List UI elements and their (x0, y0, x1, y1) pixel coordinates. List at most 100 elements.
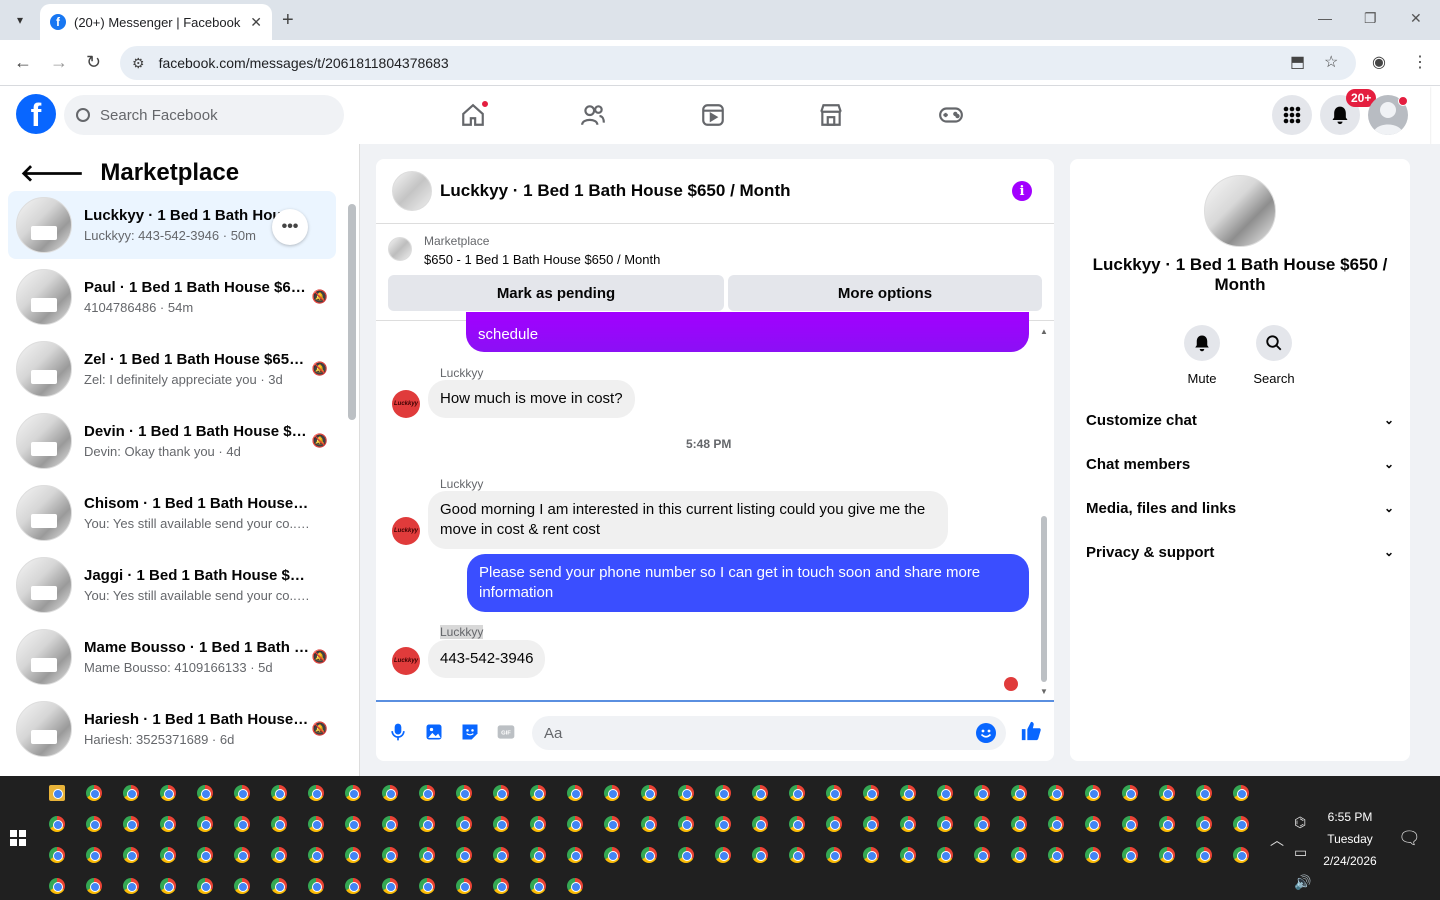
chrome-window-icon[interactable] (1122, 816, 1138, 832)
chrome-window-icon[interactable] (604, 816, 620, 832)
chrome-window-icon[interactable] (86, 878, 102, 894)
chrome-window-icon[interactable] (382, 816, 398, 832)
file-explorer-icon[interactable] (49, 785, 65, 801)
conversation-item[interactable]: Devin · 1 Bed 1 Bath House $650 / Month … (8, 407, 336, 475)
chrome-window-icon[interactable] (308, 816, 324, 832)
chrome-window-icon[interactable] (345, 785, 361, 801)
message-input[interactable]: Aa (532, 716, 1006, 750)
window-close-button[interactable]: ✕ (1410, 10, 1422, 27)
chrome-window-icon[interactable] (197, 847, 213, 863)
restore-button[interactable]: ❐ (1364, 10, 1377, 27)
chrome-window-icon[interactable] (234, 785, 250, 801)
chrome-window-icon[interactable] (1159, 816, 1175, 832)
network-icon[interactable]: ⌬ (1294, 814, 1306, 831)
chrome-window-icon[interactable] (1085, 785, 1101, 801)
chrome-window-icon[interactable] (789, 816, 805, 832)
tray-overflow-chevron-icon[interactable]: ︿ (1270, 830, 1284, 850)
chrome-window-icon[interactable] (197, 816, 213, 832)
chrome-window-icon[interactable] (1122, 847, 1138, 863)
chrome-window-icon[interactable] (826, 785, 842, 801)
chrome-window-icon[interactable] (604, 847, 620, 863)
chrome-window-icon[interactable] (456, 785, 472, 801)
chrome-window-icon[interactable] (974, 816, 990, 832)
chrome-window-icon[interactable] (789, 847, 805, 863)
display-icon[interactable]: ▭ (1294, 844, 1307, 861)
chrome-window-icon[interactable] (1048, 816, 1064, 832)
chrome-window-icon[interactable] (456, 816, 472, 832)
chrome-window-icon[interactable] (382, 878, 398, 894)
profile-icon[interactable]: ◉ (1372, 52, 1386, 72)
conversation-item[interactable]: Luckkyy · 1 Bed 1 Bath House $650 / Mont… (8, 191, 336, 259)
chrome-window-icon[interactable] (752, 816, 768, 832)
chrome-window-icon[interactable] (49, 847, 65, 863)
chrome-window-icon[interactable] (86, 847, 102, 863)
chrome-window-icon[interactable] (937, 847, 953, 863)
browser-tab[interactable]: f (20+) Messenger | Facebook ✕ (40, 4, 272, 40)
chrome-window-icon[interactable] (160, 878, 176, 894)
scroll-up-arrow-icon[interactable]: ▲ (1040, 327, 1048, 336)
chrome-window-icon[interactable] (86, 785, 102, 801)
chrome-window-icon[interactable] (1085, 847, 1101, 863)
chat-scrollbar[interactable] (1041, 516, 1047, 682)
chrome-window-icon[interactable] (123, 816, 139, 832)
chrome-window-icon[interactable] (345, 878, 361, 894)
url-bar[interactable]: ⚙ facebook.com/messages/t/20618118043786… (120, 46, 1356, 80)
chrome-window-icon[interactable] (678, 816, 694, 832)
conversation-options-button[interactable]: ••• (272, 209, 308, 245)
chrome-window-icon[interactable] (160, 816, 176, 832)
chrome-window-icon[interactable] (1122, 785, 1138, 801)
chrome-window-icon[interactable] (641, 847, 657, 863)
video-icon[interactable] (700, 102, 726, 128)
mute-action[interactable]: Mute (1172, 325, 1232, 386)
volume-icon[interactable]: 🔊 (1294, 874, 1311, 891)
chrome-window-icon[interactable] (641, 785, 657, 801)
conversation-item[interactable]: Zel · 1 Bed 1 Bath House $650 / Month Ze… (8, 335, 336, 403)
chrome-window-icon[interactable] (863, 847, 879, 863)
back-button[interactable]: ← (14, 52, 32, 73)
chrome-window-icon[interactable] (1196, 847, 1212, 863)
chrome-window-icon[interactable] (974, 785, 990, 801)
chrome-window-icon[interactable] (974, 847, 990, 863)
chrome-window-icon[interactable] (271, 878, 287, 894)
chrome-window-icon[interactable] (1048, 847, 1064, 863)
chrome-window-icon[interactable] (160, 847, 176, 863)
chrome-window-icon[interactable] (382, 847, 398, 863)
back-arrow-icon[interactable]: 🡐 (20, 158, 84, 188)
sender-avatar[interactable]: Luckkyy (392, 517, 420, 545)
chrome-window-icon[interactable] (308, 878, 324, 894)
emoji-icon[interactable] (976, 723, 996, 743)
chrome-window-icon[interactable] (197, 878, 213, 894)
chrome-window-icon[interactable] (789, 785, 805, 801)
chat-members-row[interactable]: Chat members ⌄ (1086, 442, 1394, 486)
chrome-window-icon[interactable] (419, 816, 435, 832)
chrome-window-icon[interactable] (863, 816, 879, 832)
chrome-window-icon[interactable] (308, 785, 324, 801)
privacy-support-row[interactable]: Privacy & support ⌄ (1086, 530, 1394, 574)
thumbs-up-icon[interactable] (1020, 720, 1042, 748)
photo-icon[interactable] (424, 722, 444, 742)
chrome-window-icon[interactable] (530, 785, 546, 801)
chrome-window-icon[interactable] (1085, 816, 1101, 832)
chrome-window-icon[interactable] (123, 878, 139, 894)
gaming-icon[interactable] (938, 102, 964, 128)
chrome-window-icon[interactable] (900, 847, 916, 863)
chrome-window-icon[interactable] (493, 878, 509, 894)
site-info-icon[interactable]: ⚙ (132, 55, 145, 72)
facebook-logo-icon[interactable]: f (16, 94, 56, 134)
chrome-window-icon[interactable] (456, 878, 472, 894)
chrome-window-icon[interactable] (1011, 816, 1027, 832)
chat-title[interactable]: Luckkyy · 1 Bed 1 Bath House $650 / Mont… (440, 181, 790, 201)
chrome-window-icon[interactable] (493, 816, 509, 832)
chrome-window-icon[interactable] (234, 816, 250, 832)
chrome-window-icon[interactable] (1011, 785, 1027, 801)
chrome-window-icon[interactable] (271, 785, 287, 801)
media-files-links-row[interactable]: Media, files and links ⌄ (1086, 486, 1394, 530)
conversation-item[interactable]: Paul · 1 Bed 1 Bath House $650 / Month 4… (8, 263, 336, 331)
chrome-window-icon[interactable] (271, 816, 287, 832)
forward-button[interactable]: → (50, 52, 68, 73)
chrome-window-icon[interactable] (382, 785, 398, 801)
chrome-window-icon[interactable] (715, 847, 731, 863)
customize-chat-row[interactable]: Customize chat ⌄ (1086, 398, 1394, 442)
chrome-window-icon[interactable] (234, 847, 250, 863)
chrome-window-icon[interactable] (1159, 847, 1175, 863)
